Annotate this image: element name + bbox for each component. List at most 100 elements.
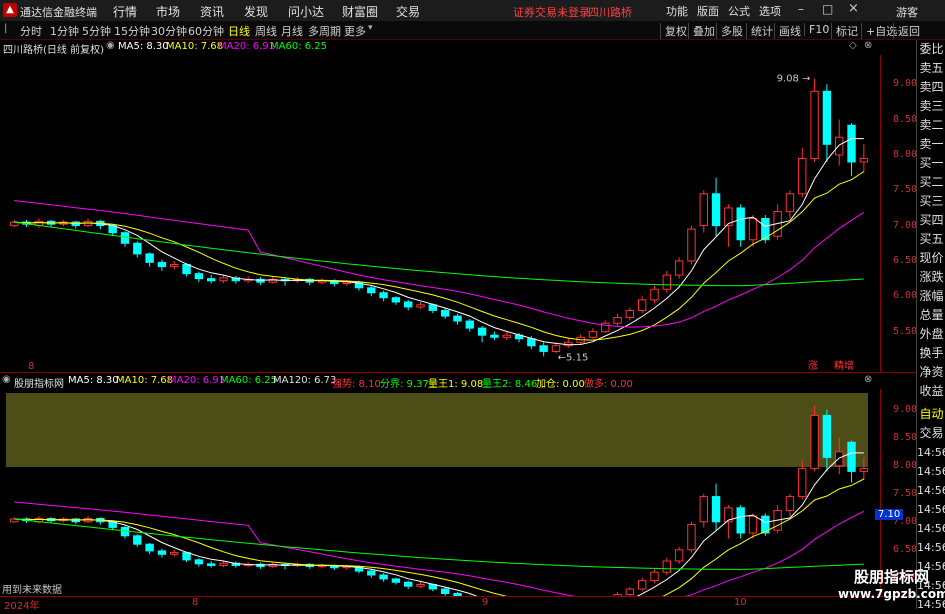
tab-30min[interactable]: 30分钟 [151,23,187,39]
candle [811,405,818,471]
tab-1min[interactable]: 1分钟 [50,23,79,39]
candle [121,526,128,538]
tab-15min[interactable]: 15分钟 [114,23,150,39]
sidebar-item[interactable]: 现价 [917,249,945,268]
tab-multi-period[interactable]: 多周期 [308,23,341,39]
tab-monthly[interactable]: 月线 [281,23,303,39]
tab-weekly[interactable]: 周线 [255,23,277,39]
sidebar-item[interactable]: 买四 [917,211,945,230]
tongji-button[interactable]: 统计 [746,23,773,39]
sidebar-item[interactable]: 卖一 [917,135,945,154]
candle [405,581,412,589]
add-watchlist-button[interactable]: +自选 [861,23,897,39]
expand-icon[interactable]: ⊗ [864,40,872,51]
stock-chart-label[interactable]: 四川路桥(日线 前复权) [3,41,104,56]
diejia-button[interactable]: 叠加 [688,23,715,39]
menu-zixun[interactable]: 资讯 [200,3,224,20]
tab-60min[interactable]: 60分钟 [188,23,224,39]
upper-axis-tick: 5.50 [893,326,917,337]
candle [232,276,239,284]
low-price-label: ←5.15 [558,352,589,363]
sidebar-item[interactable]: 买三 [917,192,945,211]
sidebar-item[interactable]: 收益 [917,382,945,401]
sidebar-item[interactable]: 卖五 [917,59,945,78]
menu-wenxiaoda[interactable]: 问小达 [288,3,324,20]
sidebar-item[interactable]: 外盘 [917,325,945,344]
candle [799,148,806,197]
candle [565,339,572,348]
sidebar-item[interactable]: 卖二 [917,116,945,135]
fenjie-label: 分界: 9.37 [380,375,429,390]
sidebar-item[interactable]: 涨跌 [917,268,945,287]
login-status[interactable]: 证券交易未登录 [513,4,590,20]
main-candlestick-chart[interactable]: 9.08 →←5.15涨精增8 [0,55,880,372]
candle [121,231,128,247]
diamond-icon[interactable]: ◇ [849,40,857,51]
lower-ma120-label: MA120: 6.73 [273,375,336,386]
candle [786,494,793,516]
sidebar-item[interactable]: 买五 [917,230,945,249]
sidebar-item[interactable]: 卖三 [917,97,945,116]
candle [10,220,17,227]
tab-daily[interactable]: 日线 [228,23,250,39]
lower-expand-icon[interactable]: ⊗ [864,374,872,385]
indicator-settings-icon[interactable]: ◉ [2,374,11,385]
menu-gongshi[interactable]: 公式 [728,3,750,19]
tab-fenshi[interactable]: 分时 [20,23,42,39]
menu-jiaoyi[interactable]: 交易 [396,3,420,20]
liangwang1-label: 量王1: 9.08 [428,375,483,390]
candle [491,332,498,340]
candle [626,587,633,596]
sidebar-item[interactable]: 净资 [917,363,945,382]
duogu-button[interactable]: 多股 [716,23,743,39]
candle [602,320,609,333]
collapse-icon[interactable]: | [4,23,7,34]
lower-price-axis: 9.008.508.007.507.006.506.007.10 [880,389,917,596]
time-tick: 14:56 [917,462,945,481]
maximize-button[interactable]: □ [822,2,833,16]
indicator-name[interactable]: 股朋指标网 [14,375,64,390]
fuquan-button[interactable]: 复权 [660,23,687,39]
menu-shichang[interactable]: 市场 [156,3,180,20]
sidebar-item[interactable]: 买一 [917,154,945,173]
sidebar-item[interactable]: 买二 [917,173,945,192]
candle [638,578,645,591]
candle [478,326,485,342]
indicator-chart[interactable] [0,389,880,596]
huaxian-button[interactable]: 画线 [774,23,801,39]
candle [171,550,178,557]
lower-axis-tick: 8.00 [893,460,917,471]
menu-hangqing[interactable]: 行情 [113,3,137,20]
jiangzeng-marker: 精增 [834,359,854,372]
trade-button[interactable]: 交易 [917,424,945,443]
candle [626,308,633,321]
biaoji-button[interactable]: 标记 [831,23,858,39]
close-button[interactable]: × [848,1,859,16]
sidebar-item[interactable]: 卖四 [917,78,945,97]
f10-button[interactable]: F10 [804,23,829,36]
minimize-button[interactable]: – [798,2,804,16]
indicator-info: ◉ 股朋指标网 MA5: 8.30 MA10: 7.68 MA20: 6.91 … [0,374,880,389]
period-tab-bar: | 分时 1分钟 5分钟 15分钟 30分钟 60分钟 日线 周线 月线 多周期… [0,21,945,40]
candle [146,543,153,554]
settings-icon[interactable]: ◉ [106,40,115,51]
sidebar-item[interactable]: 换手 [917,344,945,363]
sidebar-item[interactable]: 委比 [917,40,945,59]
tab-5min[interactable]: 5分钟 [82,23,111,39]
sidebar-item[interactable]: 总量 [917,306,945,325]
auto-button[interactable]: 自动 [917,405,945,424]
back-button[interactable]: 返回 [893,23,920,39]
tab-more[interactable]: 更多 [344,23,366,39]
more-dropdown-icon[interactable]: ▾ [368,23,373,33]
menu-banmian[interactable]: 版面 [697,3,719,19]
candle [663,558,670,575]
menu-caifuquan[interactable]: 财富圈 [342,3,378,20]
menu-faxian[interactable]: 发现 [244,3,268,20]
menu-gongneng[interactable]: 功能 [666,3,688,19]
guest-label[interactable]: 游客 [896,4,918,20]
sidebar-item[interactable]: 涨幅 [917,287,945,306]
candle [712,484,719,530]
candle [811,79,818,162]
candle [405,300,412,311]
menu-xuanxiang[interactable]: 选项 [759,3,781,19]
